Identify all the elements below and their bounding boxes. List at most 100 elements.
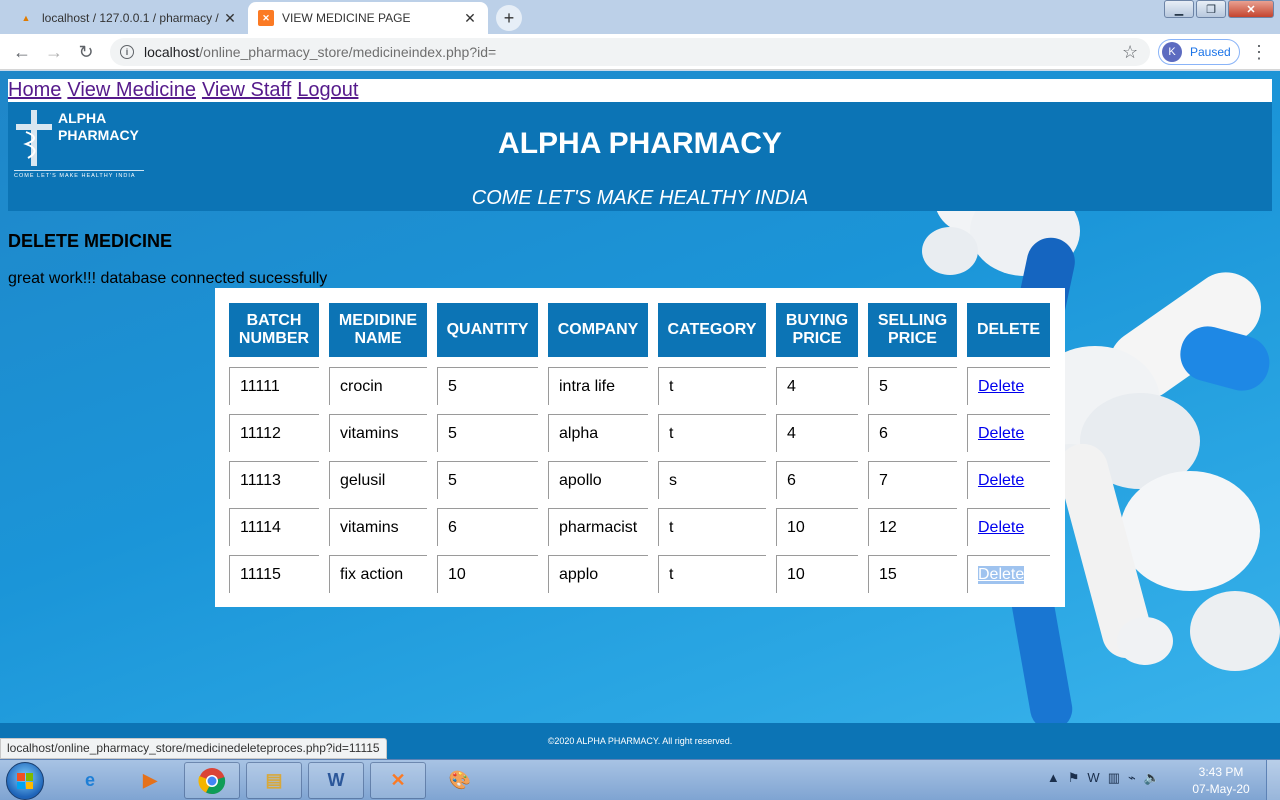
table-cell: Delete [967, 555, 1050, 593]
back-arrow-icon[interactable]: ← [10, 40, 34, 64]
volume-icon[interactable]: 🔈 [1144, 770, 1160, 786]
clock-time: 3:43 PM [1198, 765, 1244, 779]
phpmyadmin-icon: ▲ [21, 13, 31, 23]
browser-tab-strip: ▲ localhost / 127.0.0.1 / pharmacy / ✕ ✕… [0, 0, 1280, 34]
table-cell: t [658, 367, 766, 405]
table-cell: 11112 [229, 414, 319, 452]
column-header: BUYING PRICE [776, 303, 858, 357]
table-cell: t [658, 555, 766, 593]
show-desktop-button[interactable] [1266, 760, 1280, 800]
column-header: MEDIDINE NAME [329, 303, 427, 357]
xampp-icon: ✕ [258, 10, 274, 26]
table-cell: 15 [868, 555, 957, 593]
table-cell: 11114 [229, 508, 319, 546]
network-icon[interactable]: ▥ [1108, 770, 1120, 786]
table-cell: t [658, 414, 766, 452]
start-button[interactable] [6, 762, 44, 800]
table-cell: crocin [329, 367, 427, 405]
tab-phpmyadmin[interactable]: ▲ localhost / 127.0.0.1 / pharmacy / ✕ [8, 2, 248, 34]
page-title: DELETE MEDICINE [8, 231, 173, 251]
table-cell: Delete [967, 367, 1050, 405]
tab-view-medicine[interactable]: ✕ VIEW MEDICINE PAGE ✕ [248, 2, 488, 34]
close-icon[interactable]: ✕ [462, 10, 478, 27]
delete-link[interactable]: Delete [978, 378, 1024, 396]
delete-link[interactable]: Delete [978, 565, 1025, 584]
table-cell: s [658, 461, 766, 499]
window-close-button[interactable]: ✕ [1228, 0, 1274, 18]
minimize-button[interactable]: ▁ [1164, 0, 1194, 18]
page-viewport: Home View Medicine View Staff Logout ALP… [0, 71, 1280, 759]
new-tab-button[interactable]: + [496, 5, 522, 31]
delete-link[interactable]: Delete [978, 519, 1024, 537]
chrome-icon[interactable] [184, 762, 240, 799]
office-tray-icon[interactable]: W [1087, 770, 1099, 786]
tab-title: VIEW MEDICINE PAGE [282, 11, 411, 25]
internet-explorer-icon[interactable]: e [62, 762, 118, 799]
site-tagline: COME LET'S MAKE HEALTHY INDIA [471, 187, 809, 209]
table-cell: Delete [967, 461, 1050, 499]
table-cell: 5 [437, 414, 538, 452]
table-cell: 5 [868, 367, 957, 405]
table-cell: vitamins [329, 414, 427, 452]
xampp-icon[interactable]: ✕ [370, 762, 426, 799]
nav-view-staff-link[interactable]: View Staff [202, 79, 291, 102]
clock-date: 07-May-20 [1192, 782, 1250, 796]
address-bar[interactable]: i localhost/online_pharmacy_store/medici… [110, 38, 1150, 66]
bookmark-star-icon[interactable]: ☆ [1122, 42, 1138, 63]
restore-button[interactable]: ❐ [1196, 0, 1226, 18]
table-cell: 4 [776, 414, 858, 452]
column-header: DELETE [967, 303, 1050, 357]
database-status-message: great work!!! database connected sucessf… [8, 270, 328, 287]
tab-title: localhost / 127.0.0.1 / pharmacy / [42, 11, 219, 25]
table-cell: applo [548, 555, 648, 593]
table-cell: gelusil [329, 461, 427, 499]
table-cell: 11111 [229, 367, 319, 405]
column-header: SELLING PRICE [868, 303, 957, 357]
delete-link[interactable]: Delete [978, 472, 1024, 490]
forward-arrow-icon[interactable]: → [42, 40, 66, 64]
nav-home-link[interactable]: Home [8, 79, 61, 102]
table-cell: t [658, 508, 766, 546]
paint-icon[interactable]: 🎨 [432, 762, 488, 799]
windows-logo-icon [17, 773, 33, 789]
table-cell: Delete [967, 508, 1050, 546]
table-cell: 5 [437, 461, 538, 499]
column-header: CATEGORY [658, 303, 766, 357]
file-explorer-icon[interactable]: ▤ [246, 762, 302, 799]
table-cell: 5 [437, 367, 538, 405]
reload-icon[interactable]: ↻ [74, 40, 98, 64]
system-tray: ▲ ⚑ W ▥ ⌁ 🔈 [1047, 770, 1160, 786]
profile-button[interactable]: K Paused [1158, 39, 1240, 65]
table-cell: 6 [868, 414, 957, 452]
table-cell: 6 [437, 508, 538, 546]
table-cell: intra life [548, 367, 648, 405]
tray-expand-icon[interactable]: ▲ [1047, 770, 1060, 786]
table-cell: pharmacist [548, 508, 648, 546]
table-cell: 12 [868, 508, 957, 546]
medicine-table: BATCH NUMBER MEDIDINE NAME QUANTITY COMPANY… [215, 288, 1065, 607]
chrome-logo [198, 767, 226, 794]
nav-view-medicine-link[interactable]: View Medicine [67, 79, 196, 102]
table-cell: 7 [868, 461, 957, 499]
logo-line-1: ALPHA [58, 110, 107, 126]
browser-toolbar: ← → ↻ i localhost/online_pharmacy_store/… [0, 34, 1280, 70]
info-icon[interactable]: i [120, 45, 134, 59]
table-cell: vitamins [329, 508, 427, 546]
profile-status: Paused [1190, 45, 1231, 59]
menu-dots-icon[interactable]: ⋮ [1250, 42, 1268, 63]
column-header: COMPANY [548, 303, 648, 357]
close-icon[interactable]: ✕ [222, 10, 238, 27]
nav-logout-link[interactable]: Logout [297, 79, 358, 102]
table-cell: fix action [329, 555, 427, 593]
action-center-flag-icon[interactable]: ⚑ [1068, 770, 1080, 786]
word-icon[interactable]: W [308, 762, 364, 799]
table-cell: 10 [776, 555, 858, 593]
media-player-icon[interactable]: ▶ [122, 762, 178, 799]
top-navigation: Home View Medicine View Staff Logout [8, 79, 1272, 102]
table-cell: 10 [437, 555, 538, 593]
table-cell: 10 [776, 508, 858, 546]
system-clock[interactable]: 3:43 PM 07-May-20 [1186, 764, 1256, 798]
delete-link[interactable]: Delete [978, 425, 1024, 443]
url-path: /online_pharmacy_store/medicineindex.php… [199, 44, 497, 60]
usb-device-icon[interactable]: ⌁ [1128, 770, 1136, 786]
